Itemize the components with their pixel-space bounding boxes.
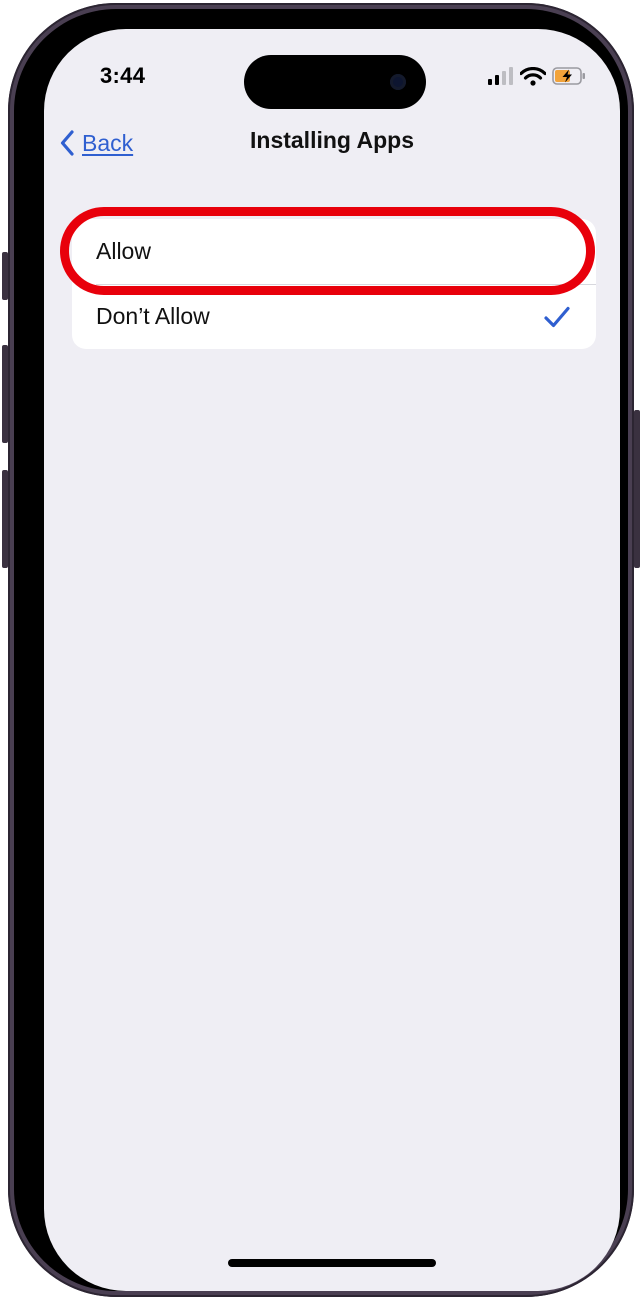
front-camera bbox=[390, 74, 406, 90]
screen: 3:44 Back Installing Apps Allow Don’t Al… bbox=[44, 29, 620, 1291]
battery-charging-icon bbox=[552, 67, 585, 85]
checkmark-icon bbox=[544, 306, 570, 327]
option-allow-label: Allow bbox=[96, 238, 151, 264]
status-icons bbox=[488, 65, 586, 87]
stage: 3:44 Back Installing Apps Allow Don’t Al… bbox=[0, 0, 642, 1301]
options-list: Allow Don’t Allow bbox=[72, 219, 596, 349]
page-title: Installing Apps bbox=[250, 127, 414, 153]
side-power-button bbox=[634, 410, 640, 568]
cellular-signal-icon bbox=[488, 67, 513, 85]
status-time: 3:44 bbox=[100, 63, 146, 88]
option-dont-allow[interactable]: Don’t Allow bbox=[72, 284, 596, 349]
phone-bezel: 3:44 Back Installing Apps Allow Don’t Al… bbox=[14, 9, 628, 1291]
dynamic-island bbox=[244, 55, 426, 109]
phone-frame: 3:44 Back Installing Apps Allow Don’t Al… bbox=[8, 3, 634, 1297]
option-allow[interactable]: Allow bbox=[72, 219, 596, 284]
home-indicator[interactable] bbox=[228, 1259, 436, 1267]
option-dont-allow-label: Don’t Allow bbox=[96, 303, 210, 329]
wifi-icon bbox=[520, 66, 546, 86]
